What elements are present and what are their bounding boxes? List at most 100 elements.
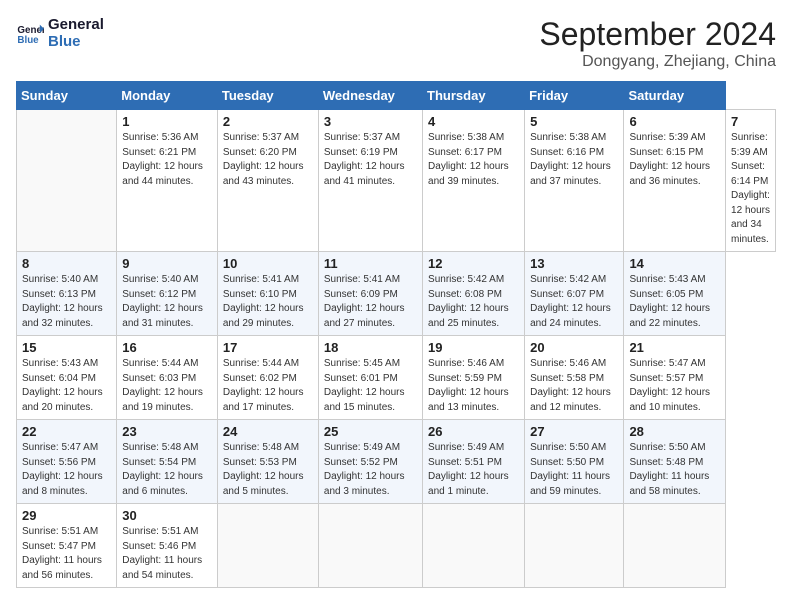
- week-row-5: 29 Sunrise: 5:51 AM Sunset: 5:47 PM Dayli…: [17, 504, 776, 588]
- empty-cell: [624, 504, 726, 588]
- day-info: Sunrise: 5:43 AM Sunset: 6:04 PM Dayligh…: [22, 357, 111, 415]
- day-number: 1: [122, 114, 212, 129]
- day-number: 16: [122, 340, 212, 355]
- col-header-monday: Monday: [117, 82, 218, 110]
- day-number: 21: [629, 340, 720, 355]
- page-header: General Blue GeneralBlue September 2024 …: [16, 16, 776, 71]
- day-number: 28: [629, 424, 720, 439]
- week-row-2: 8 Sunrise: 5:40 AM Sunset: 6:13 PM Daylig…: [17, 252, 776, 336]
- day-info: Sunrise: 5:51 AM Sunset: 5:47 PM Dayligh…: [22, 525, 111, 583]
- col-header-saturday: Saturday: [624, 82, 726, 110]
- day-cell-7: 7Sunrise: 5:39 AM Sunset: 6:14 PM Daylig…: [726, 110, 776, 252]
- day-info: Sunrise: 5:40 AM Sunset: 6:13 PM Dayligh…: [22, 273, 111, 331]
- day-info: Sunrise: 5:48 AM Sunset: 5:54 PM Dayligh…: [122, 441, 212, 499]
- empty-cell: [217, 504, 318, 588]
- day-number: 17: [223, 340, 313, 355]
- day-info: Sunrise: 5:44 AM Sunset: 6:03 PM Dayligh…: [122, 357, 212, 415]
- day-cell-17: 17 Sunrise: 5:44 AM Sunset: 6:02 PM Dayli…: [217, 336, 318, 420]
- day-cell-29: 29 Sunrise: 5:51 AM Sunset: 5:47 PM Dayli…: [17, 504, 117, 588]
- calendar-table: SundayMondayTuesdayWednesdayThursdayFrid…: [16, 81, 776, 588]
- month-title: September 2024: [539, 16, 776, 53]
- day-cell-13: 13 Sunrise: 5:42 AM Sunset: 6:07 PM Dayli…: [525, 252, 624, 336]
- day-cell-6: 6Sunrise: 5:39 AM Sunset: 6:15 PM Daylig…: [624, 110, 726, 252]
- day-number: 30: [122, 508, 212, 523]
- logo: General Blue GeneralBlue: [16, 16, 104, 50]
- day-cell-26: 26 Sunrise: 5:49 AM Sunset: 5:51 PM Dayli…: [423, 420, 525, 504]
- day-cell-22: 22 Sunrise: 5:47 AM Sunset: 5:56 PM Dayli…: [17, 420, 117, 504]
- day-cell-28: 28Sunrise: 5:50 AM Sunset: 5:48 PM Dayli…: [624, 420, 726, 504]
- logo-text: GeneralBlue: [48, 16, 104, 50]
- day-cell-8: 8 Sunrise: 5:40 AM Sunset: 6:13 PM Daylig…: [17, 252, 117, 336]
- day-number: 22: [22, 424, 111, 439]
- day-info: Sunrise: 5:36 AM Sunset: 6:21 PM Dayligh…: [122, 131, 212, 189]
- day-number: 12: [428, 256, 519, 271]
- col-header-wednesday: Wednesday: [318, 82, 422, 110]
- day-cell-1: 1 Sunrise: 5:36 AM Sunset: 6:21 PM Daylig…: [117, 110, 218, 252]
- day-info: Sunrise: 5:39 AM Sunset: 6:15 PM Dayligh…: [629, 131, 720, 189]
- day-info: Sunrise: 5:39 AM Sunset: 6:14 PM Dayligh…: [731, 131, 770, 247]
- day-info: Sunrise: 5:40 AM Sunset: 6:12 PM Dayligh…: [122, 273, 212, 331]
- day-number: 18: [324, 340, 417, 355]
- day-number: 29: [22, 508, 111, 523]
- location: Dongyang, Zhejiang, China: [539, 53, 776, 71]
- col-header-tuesday: Tuesday: [217, 82, 318, 110]
- day-info: Sunrise: 5:49 AM Sunset: 5:51 PM Dayligh…: [428, 441, 519, 499]
- empty-cell: [525, 504, 624, 588]
- day-number: 9: [122, 256, 212, 271]
- day-cell-18: 18Sunrise: 5:45 AM Sunset: 6:01 PM Dayli…: [318, 336, 422, 420]
- day-number: 13: [530, 256, 618, 271]
- day-info: Sunrise: 5:43 AM Sunset: 6:05 PM Dayligh…: [629, 273, 720, 331]
- day-number: 27: [530, 424, 618, 439]
- day-number: 8: [22, 256, 111, 271]
- empty-cell: [423, 504, 525, 588]
- day-info: Sunrise: 5:38 AM Sunset: 6:17 PM Dayligh…: [428, 131, 519, 189]
- logo-icon: General Blue: [16, 19, 44, 47]
- day-number: 15: [22, 340, 111, 355]
- day-cell-11: 11 Sunrise: 5:41 AM Sunset: 6:09 PM Dayli…: [318, 252, 422, 336]
- day-cell-25: 25Sunrise: 5:49 AM Sunset: 5:52 PM Dayli…: [318, 420, 422, 504]
- day-number: 23: [122, 424, 212, 439]
- day-cell-4: 4 Sunrise: 5:38 AM Sunset: 6:17 PM Daylig…: [423, 110, 525, 252]
- empty-cell: [17, 110, 117, 252]
- day-info: Sunrise: 5:42 AM Sunset: 6:08 PM Dayligh…: [428, 273, 519, 331]
- col-header-thursday: Thursday: [423, 82, 525, 110]
- day-cell-19: 19Sunrise: 5:46 AM Sunset: 5:59 PM Dayli…: [423, 336, 525, 420]
- col-header-sunday: Sunday: [17, 82, 117, 110]
- week-row-3: 15 Sunrise: 5:43 AM Sunset: 6:04 PM Dayli…: [17, 336, 776, 420]
- day-cell-9: 9 Sunrise: 5:40 AM Sunset: 6:12 PM Daylig…: [117, 252, 218, 336]
- day-info: Sunrise: 5:41 AM Sunset: 6:10 PM Dayligh…: [223, 273, 313, 331]
- day-info: Sunrise: 5:47 AM Sunset: 5:56 PM Dayligh…: [22, 441, 111, 499]
- day-number: 2: [223, 114, 313, 129]
- empty-cell: [318, 504, 422, 588]
- day-cell-21: 21Sunrise: 5:47 AM Sunset: 5:57 PM Dayli…: [624, 336, 726, 420]
- day-info: Sunrise: 5:41 AM Sunset: 6:09 PM Dayligh…: [324, 273, 417, 331]
- day-number: 24: [223, 424, 313, 439]
- day-number: 11: [324, 256, 417, 271]
- day-number: 3: [324, 114, 417, 129]
- week-row-4: 22 Sunrise: 5:47 AM Sunset: 5:56 PM Dayli…: [17, 420, 776, 504]
- day-cell-27: 27 Sunrise: 5:50 AM Sunset: 5:50 PM Dayli…: [525, 420, 624, 504]
- header-row: SundayMondayTuesdayWednesdayThursdayFrid…: [17, 82, 776, 110]
- day-number: 4: [428, 114, 519, 129]
- day-info: Sunrise: 5:48 AM Sunset: 5:53 PM Dayligh…: [223, 441, 313, 499]
- day-number: 10: [223, 256, 313, 271]
- day-cell-20: 20Sunrise: 5:46 AM Sunset: 5:58 PM Dayli…: [525, 336, 624, 420]
- day-info: Sunrise: 5:50 AM Sunset: 5:50 PM Dayligh…: [530, 441, 618, 499]
- day-info: Sunrise: 5:51 AM Sunset: 5:46 PM Dayligh…: [122, 525, 212, 583]
- day-cell-5: 5Sunrise: 5:38 AM Sunset: 6:16 PM Daylig…: [525, 110, 624, 252]
- day-number: 25: [324, 424, 417, 439]
- day-info: Sunrise: 5:37 AM Sunset: 6:19 PM Dayligh…: [324, 131, 417, 189]
- day-info: Sunrise: 5:37 AM Sunset: 6:20 PM Dayligh…: [223, 131, 313, 189]
- day-info: Sunrise: 5:44 AM Sunset: 6:02 PM Dayligh…: [223, 357, 313, 415]
- day-number: 14: [629, 256, 720, 271]
- day-cell-30: 30 Sunrise: 5:51 AM Sunset: 5:46 PM Dayli…: [117, 504, 218, 588]
- day-number: 19: [428, 340, 519, 355]
- col-header-friday: Friday: [525, 82, 624, 110]
- svg-text:Blue: Blue: [17, 35, 39, 46]
- day-info: Sunrise: 5:38 AM Sunset: 6:16 PM Dayligh…: [530, 131, 618, 189]
- day-info: Sunrise: 5:42 AM Sunset: 6:07 PM Dayligh…: [530, 273, 618, 331]
- day-cell-14: 14 Sunrise: 5:43 AM Sunset: 6:05 PM Dayli…: [624, 252, 726, 336]
- day-number: 26: [428, 424, 519, 439]
- day-cell-2: 2 Sunrise: 5:37 AM Sunset: 6:20 PM Daylig…: [217, 110, 318, 252]
- day-cell-24: 24 Sunrise: 5:48 AM Sunset: 5:53 PM Dayli…: [217, 420, 318, 504]
